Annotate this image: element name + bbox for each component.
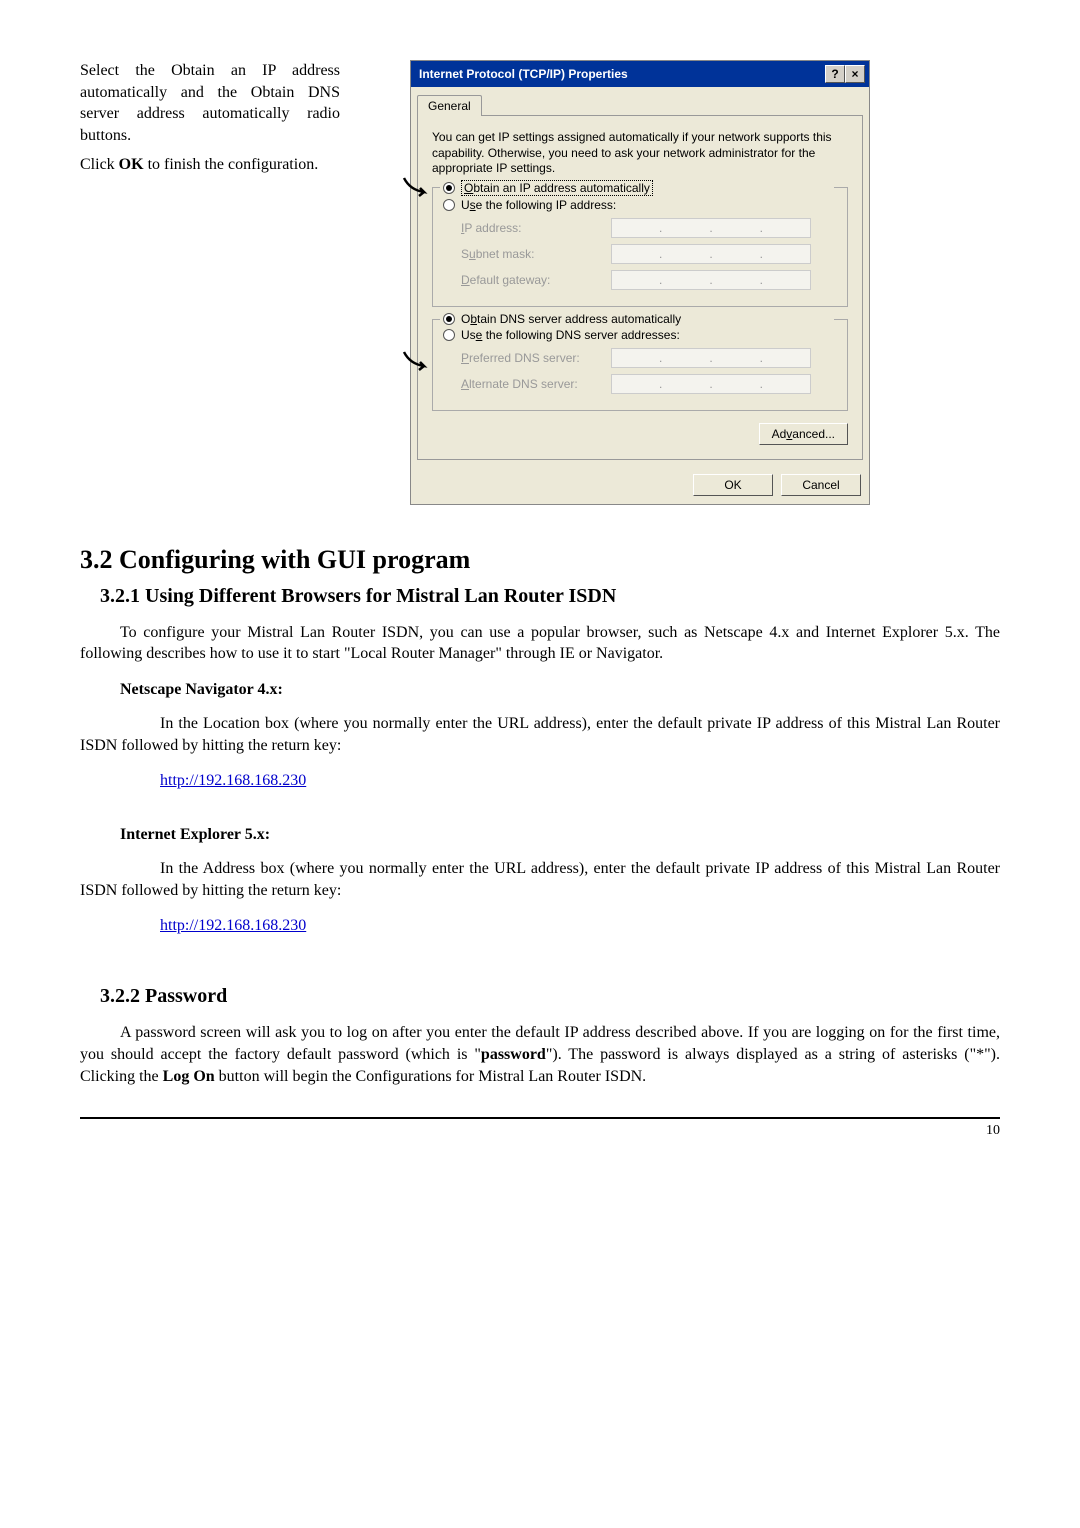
advanced-button-row: Advanced... — [432, 423, 848, 445]
subnet-mask-label: Subnet mask: — [461, 247, 611, 261]
ok-button[interactable]: OK — [693, 474, 773, 496]
radio-obtain-dns-auto[interactable]: Obtain DNS server address automatically — [440, 312, 834, 326]
cancel-button[interactable]: Cancel — [781, 474, 861, 496]
dialog-bottom-buttons: OK Cancel — [411, 466, 869, 504]
ok-word: OK — [119, 156, 144, 173]
field-default-gateway: Default gateway: ... — [443, 270, 837, 290]
u: O — [464, 181, 473, 195]
u: u — [469, 247, 476, 261]
radio-icon — [443, 329, 455, 341]
text: In the Address box (where you normally e… — [80, 860, 1000, 899]
default-gateway-input: ... — [611, 270, 811, 290]
preferred-dns-input: ... — [611, 348, 811, 368]
t: O — [461, 312, 470, 326]
field-subnet-mask: Subnet mask: ... — [443, 244, 837, 264]
alternate-dns-input: ... — [611, 374, 811, 394]
t: referred DNS server: — [469, 351, 580, 365]
paragraph-password: A password screen will ask you to log on… — [80, 1022, 1000, 1087]
paragraph-netscape: In the Location box (where you normally … — [80, 713, 1000, 756]
page-footer: 10 — [80, 1117, 1000, 1139]
t: lternate DNS server: — [469, 377, 578, 391]
t: the following DNS server addresses: — [482, 328, 679, 342]
t: efault gateway: — [470, 273, 551, 287]
logon-word: Log On — [163, 1068, 215, 1085]
radio-label: Use the following DNS server addresses: — [461, 328, 680, 342]
t: S — [461, 247, 469, 261]
text: In the Location box (where you normally … — [80, 715, 1000, 754]
alternate-dns-label: Alternate DNS server: — [461, 377, 611, 391]
dialog-column: Internet Protocol (TCP/IP) Properties ? … — [410, 60, 1000, 505]
url-link-2[interactable]: http://192.168.168.230 — [160, 917, 306, 935]
dialog-title: Internet Protocol (TCP/IP) Properties — [419, 67, 628, 81]
dialog-titlebar[interactable]: Internet Protocol (TCP/IP) Properties ? … — [411, 61, 869, 87]
arrow-icon — [402, 350, 432, 374]
heading-3-2-2: 3.2.2 Password — [100, 985, 1000, 1008]
radio-label: Obtain an IP address automatically — [461, 180, 653, 196]
page-number: 10 — [986, 1123, 1000, 1138]
radio-use-ip[interactable]: Use the following IP address: — [440, 198, 834, 212]
u: D — [461, 273, 470, 287]
url-link-1[interactable]: http://192.168.168.230 — [160, 772, 306, 790]
dns-group: Obtain DNS server address automatically … — [432, 319, 848, 411]
tab-strip: General — [411, 87, 869, 116]
instruction-and-dialog-row: Select the Obtain an IP address automati… — [80, 60, 1000, 505]
subhead-ie: Internet Explorer 5.x: — [120, 826, 1000, 844]
text: Click — [80, 156, 119, 173]
paragraph-intro: To configure your Mistral Lan Router ISD… — [80, 622, 1000, 665]
t: anced... — [792, 427, 835, 441]
paragraph-ie: In the Address box (where you normally e… — [80, 858, 1000, 901]
close-button[interactable]: × — [845, 65, 865, 83]
radio-label: Use the following IP address: — [461, 198, 616, 212]
t: Us — [461, 328, 476, 342]
t: bnet mask: — [476, 247, 535, 261]
ip-address-input: ... — [611, 218, 811, 238]
radio-label: Obtain DNS server address automatically — [461, 312, 681, 326]
field-alternate-dns: Alternate DNS server: ... — [443, 374, 837, 394]
instructions-column: Select the Obtain an IP address automati… — [80, 60, 340, 505]
instruction-paragraph-1: Select the Obtain an IP address automati… — [80, 60, 340, 146]
tcpip-properties-dialog: Internet Protocol (TCP/IP) Properties ? … — [410, 60, 870, 505]
radio-icon — [443, 313, 455, 325]
u: P — [461, 351, 469, 365]
radio-obtain-ip-auto[interactable]: Obtain an IP address automatically — [440, 180, 834, 196]
ip-address-label: IP address: — [461, 221, 611, 235]
radio-use-dns[interactable]: Use the following DNS server addresses: — [440, 328, 834, 342]
t: P address: — [464, 221, 521, 235]
tab-general[interactable]: General — [417, 95, 482, 116]
text: to finish the configuration. — [144, 156, 319, 173]
preferred-dns-label: Preferred DNS server: — [461, 351, 611, 365]
radio-icon — [443, 199, 455, 211]
heading-3-2-1: 3.2.1 Using Different Browsers for Mistr… — [100, 585, 1000, 608]
titlebar-buttons: ? × — [825, 65, 865, 83]
password-word: password — [481, 1046, 546, 1063]
field-ip-address: IP address: ... — [443, 218, 837, 238]
help-button[interactable]: ? — [825, 65, 845, 83]
arrow-icon — [402, 176, 432, 200]
t: tain DNS server address automatically — [477, 312, 681, 326]
dialog-info-text: You can get IP settings assigned automat… — [432, 130, 848, 177]
heading-3-2: 3.2 Configuring with GUI program — [80, 545, 1000, 575]
radio-icon — [443, 182, 455, 194]
t: btain an IP address automatically — [473, 181, 650, 195]
text: button will begin the Configurations for… — [215, 1068, 647, 1085]
t: Ad — [772, 427, 787, 441]
t: U — [461, 198, 470, 212]
instruction-paragraph-2: Click OK to finish the configuration. — [80, 154, 340, 176]
tab-panel-general: You can get IP settings assigned automat… — [417, 115, 863, 460]
u: A — [461, 377, 469, 391]
field-preferred-dns: Preferred DNS server: ... — [443, 348, 837, 368]
advanced-button[interactable]: Advanced... — [759, 423, 848, 445]
subhead-netscape: Netscape Navigator 4.x: — [120, 681, 1000, 699]
t: e the following IP address: — [476, 198, 617, 212]
subnet-mask-input: ... — [611, 244, 811, 264]
ip-address-group: Obtain an IP address automatically Use t… — [432, 187, 848, 307]
default-gateway-label: Default gateway: — [461, 273, 611, 287]
